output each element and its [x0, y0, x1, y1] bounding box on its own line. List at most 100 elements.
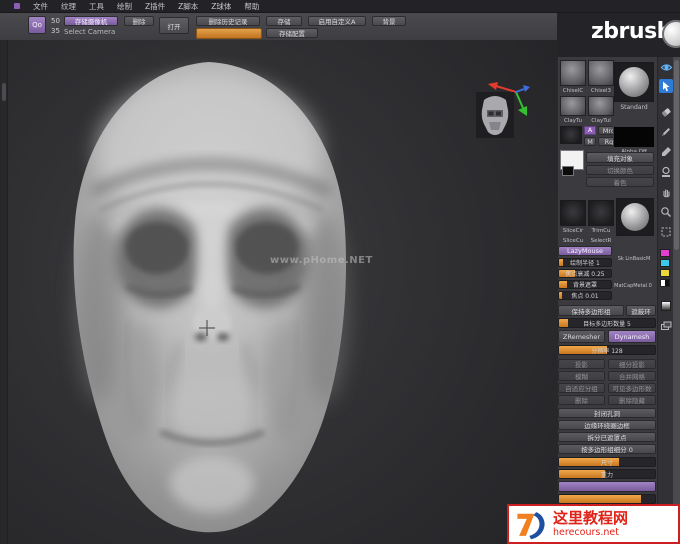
alpha-a-swatch[interactable]: A: [584, 126, 596, 135]
material-name-label[interactable]: MatCapMetal 0: [610, 283, 656, 289]
close-holes-button[interactable]: 封闭孔洞: [558, 408, 656, 418]
switch-color-button[interactable]: 切换颜色: [586, 165, 654, 175]
magenta-swatch[interactable]: [660, 249, 670, 257]
crease-polygroup-button[interactable]: 按多边形组细分 0: [558, 444, 656, 454]
site-title: 这里教程网: [553, 509, 629, 528]
blur-button[interactable]: 模糊: [558, 371, 605, 381]
open-button[interactable]: 打开: [159, 17, 189, 34]
toolbar: Qo 50 35 存储摄像机 Select Camera 删除 打开 删除历史记…: [0, 13, 557, 41]
gravity-slider[interactable]: 重力: [558, 469, 656, 479]
right-panel: ChiselC Chisel3 Standard ClayTu ClayTul …: [557, 57, 657, 544]
sculpt-head-model[interactable]: [8, 40, 557, 544]
doc-height-value: 35: [51, 27, 60, 35]
zremesher-button[interactable]: ZRemesher: [558, 330, 605, 343]
material-name-label[interactable]: Sk LinBasicM: [612, 256, 656, 262]
delete-button[interactable]: 删除: [124, 16, 154, 26]
store-button[interactable]: 存储: [266, 16, 302, 26]
material-preview-sphere[interactable]: [616, 198, 654, 236]
clone-stamp-icon[interactable]: [659, 165, 673, 179]
yellow-swatch[interactable]: [660, 269, 670, 277]
resolution-slider[interactable]: 分辨率 128: [558, 345, 656, 355]
focus-slider[interactable]: 焦点 0.01: [558, 291, 612, 300]
quicksave-icon[interactable]: Qo: [28, 16, 46, 34]
hand-icon[interactable]: [659, 185, 673, 199]
cyan-swatch[interactable]: [660, 259, 670, 267]
stroke-thumb-slicecir[interactable]: [560, 200, 586, 226]
brush-thumb-claytu[interactable]: [560, 96, 586, 116]
focal-shift-slider[interactable]: 焦点衰减 0.25: [558, 269, 612, 278]
purple-action-button[interactable]: [558, 481, 656, 492]
merge-mesh-button[interactable]: 合并网格: [608, 371, 656, 381]
left-tray[interactable]: [0, 40, 8, 544]
color-swatches[interactable]: [660, 249, 670, 287]
m-button[interactable]: M: [584, 137, 596, 146]
visibility-eye-icon[interactable]: [659, 60, 673, 74]
logo-area: zbrush: [557, 13, 680, 57]
backtrack-slider[interactable]: 背景遮罩: [558, 280, 612, 289]
marquee-icon[interactable]: [659, 225, 673, 239]
lazymouse-button[interactable]: LazyMouse: [558, 246, 612, 256]
brush-label: ClayTul: [591, 118, 611, 124]
menu-zsphere[interactable]: Z球体: [211, 1, 231, 12]
zoom-icon[interactable]: [659, 205, 673, 219]
keep-polygroups-button[interactable]: 保持多边形组: [558, 305, 624, 316]
menu-zscript[interactable]: Z脚本: [178, 1, 198, 12]
secondary-color-swatch[interactable]: [562, 166, 574, 176]
brush-thumb-chisel3[interactable]: [588, 60, 614, 86]
menu-help[interactable]: 帮助: [244, 1, 259, 12]
right-toolbar: [657, 57, 673, 544]
size-slider[interactable]: 尺寸: [558, 457, 656, 467]
left-tray-handle[interactable]: [2, 83, 6, 101]
scrollbar-thumb[interactable]: [674, 60, 679, 250]
standard-brush-label: Standard: [620, 104, 648, 111]
fill-object-button[interactable]: 填充对象: [586, 152, 654, 163]
delete-geo-button[interactable]: 删除: [558, 395, 605, 405]
menu-draw[interactable]: 绘制: [117, 1, 132, 12]
brush-label: Chisel3: [590, 88, 612, 94]
draw-size-slider[interactable]: 绘制半径 1: [558, 258, 612, 267]
panel-scrollbar[interactable]: [673, 57, 680, 504]
brush-label: ClayTu: [563, 118, 582, 124]
project-button[interactable]: 投影: [558, 359, 605, 369]
history-progress-bar[interactable]: [196, 28, 262, 39]
menu-tool[interactable]: 工具: [89, 1, 104, 12]
eraser-icon[interactable]: [659, 105, 673, 119]
delete-hidden-button[interactable]: 删除隐藏: [608, 395, 656, 405]
stroke-label: SliceCu: [562, 238, 584, 244]
watermark: www.pHome.NET: [270, 255, 373, 266]
subproject-button[interactable]: 细分投影: [608, 359, 656, 369]
menu-texture[interactable]: 纹理: [61, 1, 76, 12]
bw-swatch[interactable]: [660, 279, 670, 287]
dynamesh-button[interactable]: Dynamesh: [608, 330, 656, 343]
brush-thumb-standard[interactable]: [614, 62, 654, 102]
brush-thumb-claytul[interactable]: [588, 96, 614, 116]
menu-zplugin[interactable]: Z插件: [145, 1, 165, 12]
target-polycount-slider[interactable]: 目标多边形数量 5: [558, 318, 656, 328]
store-config-button[interactable]: 存储配置: [266, 28, 318, 38]
pencil-icon[interactable]: [659, 125, 673, 139]
split-masked-button[interactable]: 拆分已遮罩点: [558, 432, 656, 442]
colorize-button[interactable]: 着色: [586, 177, 654, 187]
delete-history-button[interactable]: 删除历史记录: [196, 16, 260, 26]
menu-file[interactable]: 文件: [33, 1, 48, 12]
mask-ring-button[interactable]: 遮蔽环: [626, 305, 656, 316]
edge-loop-button[interactable]: 边缘环绕圈边框: [558, 420, 656, 430]
adaptive-group-button[interactable]: 自适应分组: [558, 383, 605, 393]
select-camera-label[interactable]: Select Camera: [64, 28, 115, 36]
layers-icon[interactable]: [659, 319, 673, 333]
gradient-icon[interactable]: [659, 299, 673, 313]
alpha-preview[interactable]: [613, 126, 655, 148]
extra-slider[interactable]: [558, 494, 656, 504]
doc-width-value: 50: [51, 17, 60, 25]
brush-thumb-chiselc[interactable]: [560, 60, 586, 86]
viewport-canvas[interactable]: www.pHome.NET: [8, 40, 557, 544]
brush-thumb-slice[interactable]: [560, 126, 582, 144]
store-camera-button[interactable]: 存储摄像机: [64, 16, 118, 26]
enable-custom-button[interactable]: 启用自定义A: [308, 16, 366, 26]
select-arrow-icon[interactable]: [659, 79, 673, 93]
app-icon[interactable]: [14, 3, 20, 9]
visible-polys-button[interactable]: 可见多边形数: [608, 383, 656, 393]
brush-icon[interactable]: [659, 145, 673, 159]
background-button[interactable]: 背景: [372, 16, 406, 26]
stroke-thumb-trimcu[interactable]: [588, 200, 614, 226]
